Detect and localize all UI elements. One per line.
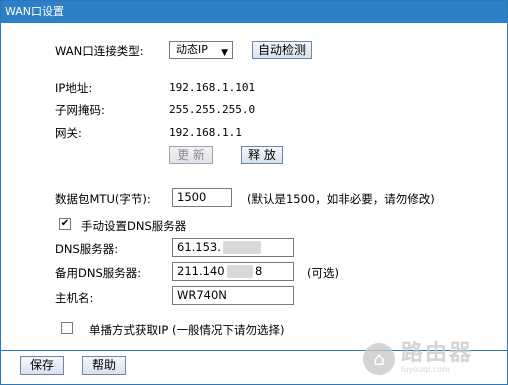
mtu-hint: (默认是1500，如非必要，请勿修改) — [247, 192, 435, 206]
manual-dns-label: 手动设置DNS服务器 — [81, 219, 187, 233]
checkmark-icon: ✔ — [60, 218, 70, 229]
manual-dns-checkbox[interactable]: ✔ — [59, 218, 71, 230]
host-name-label: 主机名: — [55, 291, 94, 305]
optional-hint: (可选) — [307, 266, 339, 280]
subnet-mask-label: 子网掩码: — [55, 103, 105, 117]
host-name-input[interactable]: WR740N — [172, 286, 294, 305]
chevron-down-icon: ▼ — [221, 48, 228, 58]
secondary-dns-input[interactable]: 211.140 8 — [172, 262, 294, 281]
connection-type-label: WAN口连接类型: — [55, 44, 144, 58]
mtu-label: 数据包MTU(字节): — [55, 192, 151, 206]
window-title: WAN口设置 — [1, 1, 507, 23]
ip-address-label: IP地址: — [55, 81, 93, 95]
primary-dns-value: 61.153. — [177, 240, 221, 254]
redacted-blur — [227, 265, 253, 278]
connection-type-value: 动态IP — [176, 43, 208, 56]
watermark-url: luyouqi.com — [401, 365, 450, 374]
primary-dns-label: DNS服务器: — [55, 242, 119, 256]
ip-address-value: 192.168.1.101 — [169, 81, 256, 94]
secondary-dns-value-end: 8 — [255, 264, 263, 278]
watermark-title: 路由器 — [401, 341, 474, 366]
unicast-checkbox[interactable] — [61, 322, 73, 334]
secondary-dns-label: 备用DNS服务器: — [55, 266, 142, 280]
save-button[interactable]: 保存 — [20, 356, 64, 375]
auto-detect-button[interactable]: 自动检测 — [252, 41, 312, 59]
gateway-label: 网关: — [55, 126, 82, 140]
router-logo-icon: ⌂ — [363, 343, 395, 375]
help-button[interactable]: 帮助 — [82, 356, 126, 375]
secondary-dns-value-start: 211.140 — [177, 264, 225, 278]
renew-button[interactable]: 更 新 — [169, 146, 213, 164]
gateway-value: 192.168.1.1 — [169, 126, 242, 139]
connection-type-select[interactable]: 动态IP ▼ — [169, 41, 233, 59]
wan-settings-window: WAN口设置 WAN口连接类型: 动态IP ▼ 自动检测 IP地址: 192.1… — [0, 0, 508, 385]
unicast-label: 单播方式获取IP (一般情况下请勿选择) — [89, 323, 285, 337]
subnet-mask-value: 255.255.255.0 — [169, 103, 256, 116]
mtu-input[interactable]: 1500 — [172, 188, 232, 207]
redacted-blur — [223, 241, 261, 254]
release-button[interactable]: 释 放 — [241, 146, 283, 164]
primary-dns-input[interactable]: 61.153. — [172, 238, 294, 257]
watermark: ⌂ 路由器 luyouqi.com — [363, 339, 499, 379]
